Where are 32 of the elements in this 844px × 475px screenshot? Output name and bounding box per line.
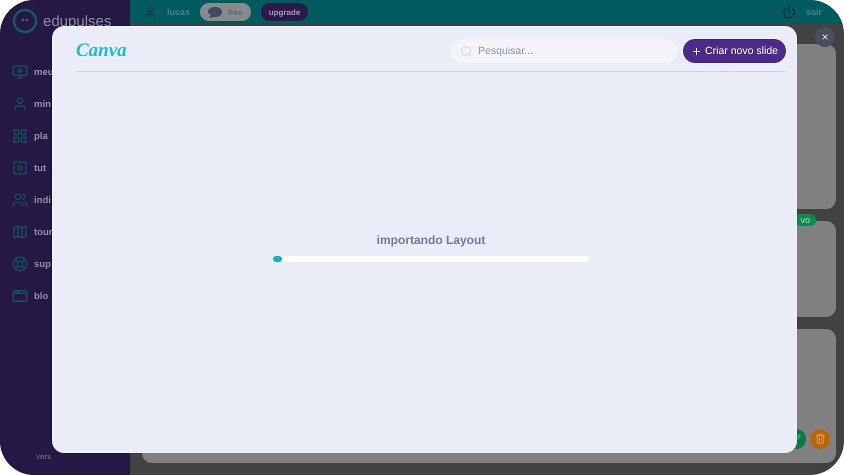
- grid-icon[interactable]: [12, 128, 28, 144]
- logo-text: edupulses: [43, 12, 112, 30]
- sidebar-item[interactable]: blo: [34, 290, 48, 302]
- power-icon[interactable]: [782, 5, 796, 19]
- sidebar-item[interactable]: min: [34, 98, 51, 110]
- user-icon[interactable]: [12, 96, 28, 112]
- search-icon: [460, 45, 474, 58]
- version-text: vers: [35, 452, 52, 461]
- close-button[interactable]: ×: [815, 27, 835, 47]
- lifebuoy-icon[interactable]: [12, 256, 28, 272]
- sidebar-item[interactable]: sup: [34, 258, 51, 270]
- monitor-icon[interactable]: [12, 64, 28, 80]
- sidebar-item[interactable]: tour: [34, 226, 52, 238]
- chat-bubble-icon: [208, 6, 222, 18]
- status-text: importando Layout: [376, 233, 486, 247]
- group-icon[interactable]: [12, 192, 28, 208]
- sidebar-item[interactable]: tut: [34, 162, 46, 174]
- sidebar-item[interactable]: pla: [34, 130, 48, 142]
- user-name: lucas: [167, 7, 190, 17]
- browser-icon[interactable]: [12, 288, 28, 304]
- plus-icon: [691, 46, 702, 56]
- delete-button[interactable]: [810, 428, 830, 449]
- trash-icon: [814, 433, 826, 444]
- brand-logo: Canva: [76, 40, 127, 62]
- map-icon[interactable]: [12, 224, 28, 240]
- logo-icon: [12, 8, 38, 34]
- search-field[interactable]: Pesquisar...: [451, 39, 678, 63]
- user-icon: [144, 6, 157, 18]
- play-icon[interactable]: [12, 160, 28, 176]
- upgrade-button[interactable]: upgrade: [260, 3, 308, 21]
- create-slide-button[interactable]: Criar novo slide: [683, 39, 786, 63]
- sidebar-item[interactable]: indi: [34, 194, 51, 206]
